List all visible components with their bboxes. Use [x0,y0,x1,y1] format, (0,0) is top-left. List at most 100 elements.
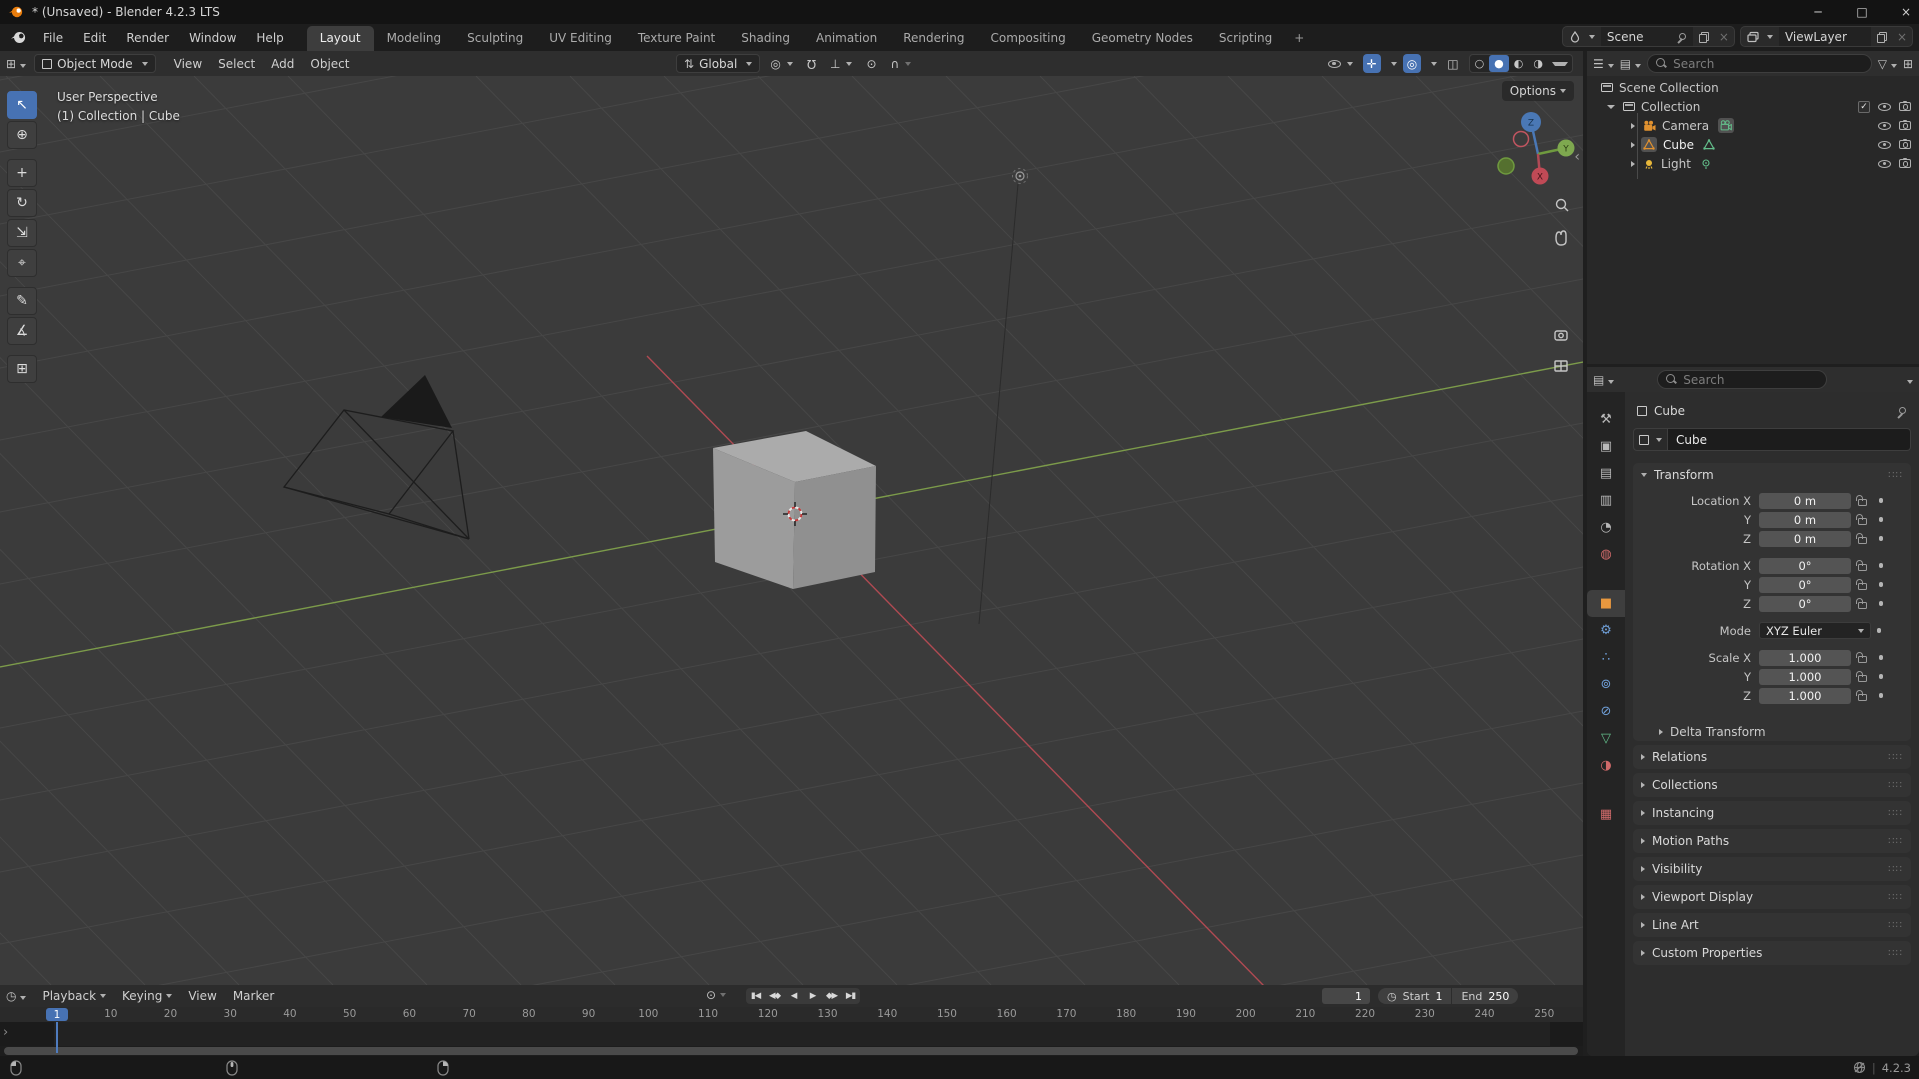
lock-open-icon[interactable] [1856,514,1867,525]
drag-grip-icon[interactable]: ∷∷ [1888,948,1903,959]
menu-help[interactable]: Help [247,27,292,49]
next-keyframe-button[interactable]: ◆▶ [822,988,841,1004]
properties-tab-object-data[interactable]: ▽ [1587,725,1625,752]
tab-layout[interactable]: Layout [306,26,374,51]
sidebar-collapse-arrow[interactable]: ‹ [1574,149,1580,165]
search-input[interactable] [1673,56,1863,71]
properties-tab-constraints[interactable]: ⊘ [1587,698,1625,725]
value-field[interactable]: 1.000 [1759,649,1851,666]
drag-grip-icon[interactable]: ∷∷ [1888,920,1903,931]
pivot-point-dropdown[interactable]: ◎ [766,54,796,73]
lock-open-icon[interactable] [1856,671,1867,682]
properties-tab-texture[interactable]: ▦ [1587,801,1625,828]
properties-tab-particles[interactable]: ∴ [1587,644,1625,671]
properties-tab-tool[interactable]: ⚒ [1587,406,1625,433]
tab-compositing[interactable]: Compositing [977,26,1078,51]
value-field[interactable]: 0° [1759,595,1851,612]
tool-rotate[interactable]: ↻ [7,189,37,217]
auto-keying-toggle[interactable]: ⊙ [706,988,727,1002]
timeline-menu-playback[interactable]: Playback [34,987,114,1005]
maximize-button[interactable]: □ [1855,5,1869,19]
camera-view-button[interactable] [1554,330,1568,341]
value-field[interactable]: 0 m [1759,492,1851,509]
xray-toggle[interactable]: ◫ [1443,54,1462,73]
animate-dot[interactable] [1878,655,1884,660]
pin-icon[interactable] [1897,406,1907,416]
end-frame-field[interactable]: End 250 [1452,988,1519,1004]
shading-wireframe[interactable]: ○ [1470,57,1490,70]
properties-tab-physics[interactable]: ⊚ [1587,671,1625,698]
expand-arrow-icon[interactable] [1631,160,1635,167]
timeline-menu-marker[interactable]: Marker [225,987,282,1005]
gizmo-y-negative[interactable] [1497,157,1515,175]
outliner-row-camera[interactable]: Camera [1587,116,1919,135]
viewport-menu-add[interactable]: Add [263,54,302,74]
animate-dot[interactable] [1878,674,1884,679]
display-mode-icon[interactable]: ▤ [1620,57,1642,71]
panel-header-motion-paths[interactable]: Motion Paths ∷∷ [1633,829,1911,853]
outliner-row-collection[interactable]: Collection ✓ [1587,97,1919,116]
object-name-field[interactable]: Cube [1668,428,1911,451]
lock-open-icon[interactable] [1856,598,1867,609]
value-field[interactable]: 0° [1759,576,1851,593]
shading-material[interactable]: ◐ [1509,57,1529,70]
drag-grip-icon[interactable]: ∷∷ [1888,836,1903,847]
animate-dot[interactable] [1878,517,1884,522]
shading-solid[interactable]: ● [1489,55,1509,72]
options-dropdown-icon[interactable] [1906,373,1913,387]
properties-tab-material[interactable]: ◑ [1587,752,1625,779]
editor-type-icon[interactable]: ◷ [6,989,27,1003]
lock-open-icon[interactable] [1856,495,1867,506]
disable-render-icon[interactable] [1899,119,1911,130]
prev-keyframe-button[interactable]: ◀◆ [765,988,784,1004]
tab-rendering[interactable]: Rendering [890,26,977,51]
orthographic-toggle-button[interactable] [1554,360,1568,372]
scene-selector[interactable]: Scene × [1561,26,1735,47]
animate-dot[interactable] [1878,601,1884,606]
panel-header-collections[interactable]: Collections ∷∷ [1633,773,1911,797]
proportional-editing-toggle[interactable]: ⊙ [862,54,880,73]
properties-tab-object[interactable]: ■ [1587,590,1625,617]
gizmos-toggle[interactable]: ✛ [1362,54,1381,73]
lock-open-icon[interactable] [1856,560,1867,571]
tool-measure[interactable]: ∡ [7,317,37,345]
hide-eye-icon[interactable] [1878,159,1891,168]
show-object-types-dropdown[interactable] [1324,54,1357,73]
menu-edit[interactable]: Edit [74,27,115,49]
camera-object[interactable] [282,375,470,540]
pin-icon[interactable] [1677,32,1687,42]
outliner-search[interactable] [1647,54,1872,73]
properties-tab-output[interactable]: ▤ [1587,460,1625,487]
animate-dot[interactable] [1878,563,1884,568]
value-field[interactable]: 1.000 [1759,687,1851,704]
tool-cursor[interactable]: ⊕ [7,121,37,149]
snap-toggle[interactable]: Ω [803,54,820,73]
delta-transform-row[interactable]: Delta Transform [1633,715,1911,741]
viewport-scene[interactable]: Z Y X [0,76,1583,985]
play-button[interactable]: ▶ [803,988,822,1004]
drag-grip-icon[interactable]: ∷∷ [1888,892,1903,903]
lock-open-icon[interactable] [1856,579,1867,590]
collection-checkbox[interactable]: ✓ [1858,100,1870,113]
new-collection-icon[interactable]: ⊞ [1903,57,1913,71]
options-button[interactable]: Options [1501,81,1574,101]
current-frame-chip[interactable]: 1 [46,1008,68,1021]
minimize-button[interactable]: ─ [1811,5,1825,19]
animate-dot[interactable] [1878,498,1884,503]
panel-header-instancing[interactable]: Instancing ∷∷ [1633,801,1911,825]
gizmo-x-negative[interactable] [1512,130,1530,148]
orientation-dropdown[interactable]: ⇅ Global [676,54,761,73]
drag-grip-icon[interactable]: ∷∷ [1888,752,1903,763]
editor-type-icon[interactable]: ⊞ [6,57,27,71]
panel-header-visibility[interactable]: Visibility ∷∷ [1633,857,1911,881]
viewlayer-selector[interactable]: ViewLayer × [1739,26,1913,47]
expand-arrow-icon[interactable] [1631,122,1635,129]
hide-eye-icon[interactable] [1878,121,1891,130]
tool-annotate[interactable]: ✎ [7,287,37,315]
panel-header-relations[interactable]: Relations ∷∷ [1633,745,1911,769]
panel-header-viewport-display[interactable]: Viewport Display ∷∷ [1633,885,1911,909]
tab-modeling[interactable]: Modeling [374,26,455,51]
timeline-ruler[interactable]: 1 10 20 30 40 50 60 70 80 90 100 110 120 130 140 150 16… [0,1007,1583,1022]
disable-render-icon[interactable] [1899,157,1911,168]
panel-header-line-art[interactable]: Line Art ∷∷ [1633,913,1911,937]
